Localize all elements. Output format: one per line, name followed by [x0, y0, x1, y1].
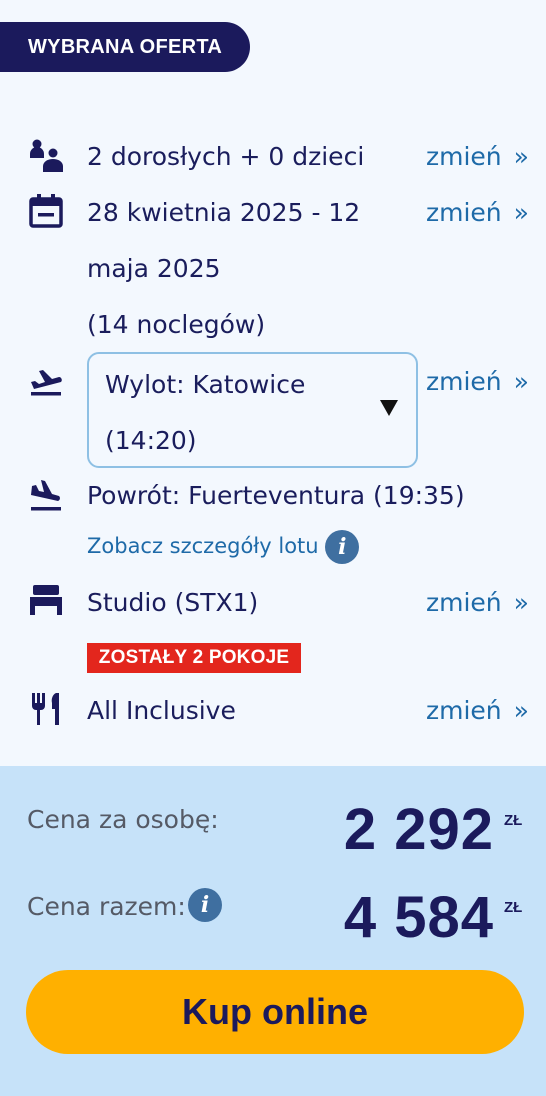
change-travelers-link[interactable]: zmień » — [426, 142, 529, 171]
change-dates-link[interactable]: zmień » — [426, 198, 529, 227]
board-type-text: All Inclusive — [87, 696, 236, 725]
chevron-double-right-icon: » — [513, 367, 529, 396]
departure-select[interactable]: Wylot: Katowice (14:20) — [87, 352, 418, 468]
departure-airport: Wylot: Katowice — [105, 370, 306, 399]
room-type-text: Studio (STX1) — [87, 588, 259, 617]
chevron-double-right-icon: » — [513, 142, 529, 171]
change-label: zmień — [426, 198, 502, 227]
nights-count: (14 noclegów) — [87, 310, 266, 339]
chevron-double-right-icon: » — [513, 198, 529, 227]
section-title-badge: WYBRANA OFERTA — [0, 22, 250, 72]
price-per-person-label: Cena za osobę: — [27, 805, 219, 834]
flight-details-label: Zobacz szczegóły lotu — [87, 534, 319, 558]
chevron-double-right-icon: » — [513, 588, 529, 617]
dates-line-2: maja 2025 — [87, 254, 221, 283]
travelers-text: 2 dorosłych + 0 dzieci — [87, 142, 365, 171]
change-board-link[interactable]: zmień » — [426, 696, 529, 725]
change-label: zmień — [426, 696, 502, 725]
change-departure-link[interactable]: zmień » — [426, 367, 529, 396]
flight-details-link[interactable]: Zobacz szczegóły lotu i — [87, 530, 360, 564]
price-per-person-currency: ZŁ — [504, 812, 523, 829]
family-icon — [28, 138, 64, 174]
change-label: zmień — [426, 142, 502, 171]
info-icon[interactable]: i — [325, 530, 360, 564]
plane-takeoff-icon — [28, 362, 64, 398]
caret-down-icon — [380, 400, 398, 416]
buy-online-button[interactable]: Kup online — [26, 970, 524, 1054]
calendar-icon — [28, 193, 64, 229]
info-icon[interactable]: i — [188, 888, 222, 922]
departure-time: (14:20) — [105, 426, 197, 455]
chevron-double-right-icon: » — [513, 696, 529, 725]
return-flight-text: Powrót: Fuerteventura (19:35) — [87, 481, 465, 510]
price-total-value: 4 584 — [343, 885, 494, 950]
plane-landing-icon — [28, 477, 64, 513]
fork-knife-icon — [28, 691, 64, 727]
dates-line-1: 28 kwietnia 2025 - 12 — [87, 198, 361, 227]
price-total-currency: ZŁ — [504, 899, 523, 916]
price-per-person-value: 2 292 — [343, 797, 494, 862]
change-label: zmień — [426, 367, 502, 396]
change-room-link[interactable]: zmień » — [426, 588, 529, 617]
change-label: zmień — [426, 588, 502, 617]
bed-icon — [28, 582, 64, 618]
price-total-label: Cena razem: — [27, 892, 186, 921]
availability-badge: ZOSTAŁY 2 POKOJE — [87, 643, 301, 673]
